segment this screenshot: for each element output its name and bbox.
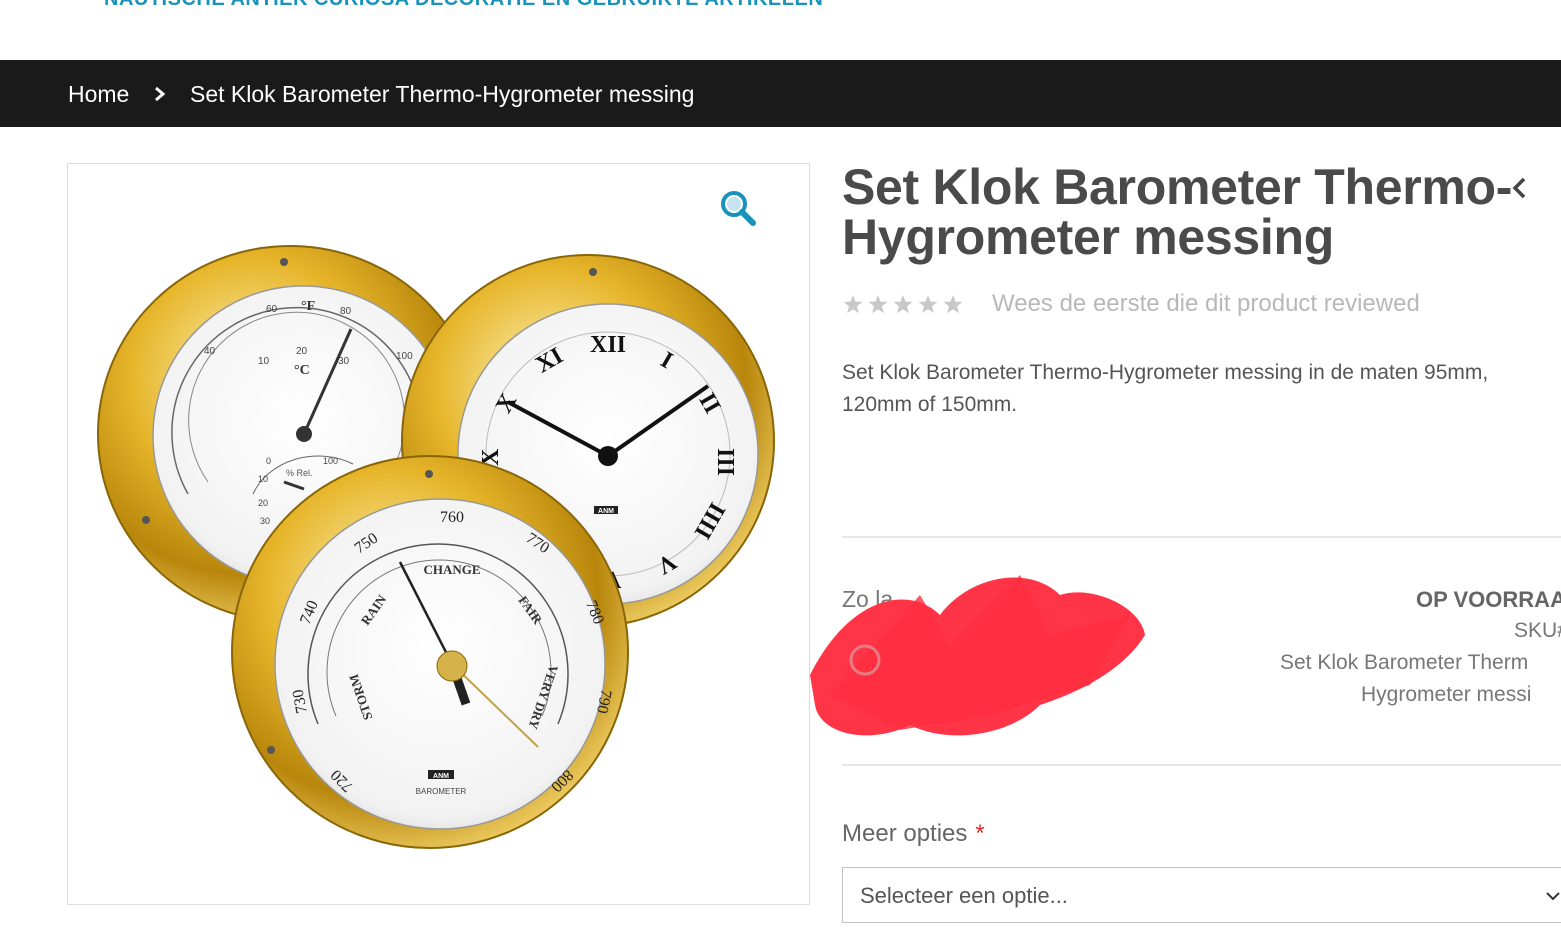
clock-brand: ANM [598, 508, 614, 515]
product-description: Set Klok Barometer Thermo-Hygrometer mes… [842, 361, 1489, 416]
chevron-right-icon [155, 86, 166, 102]
chevron-left-icon[interactable] [1508, 176, 1532, 200]
rh-tick: 30 [260, 516, 270, 526]
f-tick: 60 [266, 304, 278, 315]
product-gallery[interactable]: °F °C 40 60 80 100 10 20 30 % Rel. 0 10 … [67, 163, 810, 905]
star-icon [843, 295, 863, 314]
options-label-text: Meer opties [842, 820, 968, 847]
breadcrumb-home-link[interactable]: Home [68, 80, 129, 108]
f-tick: 40 [204, 346, 216, 357]
rh-tick: 0 [266, 456, 271, 466]
stock-status: OP VOORRAA [1416, 587, 1561, 612]
rh-tick: 20 [258, 498, 268, 508]
star-icon [868, 295, 888, 314]
review-link[interactable]: Wees de eerste die dit product reviewed [992, 290, 1420, 318]
sku-label: SKU# [1514, 619, 1561, 642]
sku-value-line2: Hygrometer messi [1361, 683, 1532, 706]
unit-f-label: °F [301, 299, 315, 314]
f-tick: 80 [340, 306, 352, 317]
c-tick: 10 [258, 356, 270, 367]
star-icon [918, 295, 938, 314]
rh-tick: 10 [258, 474, 268, 484]
divider [842, 536, 1561, 538]
barometer: 720730740750760770780790800 STORMRAINCHA… [231, 455, 629, 849]
divider [842, 764, 1561, 766]
redaction-scribble [810, 575, 1145, 736]
product-title: Set Klok Barometer Thermo-Hygrometer mes… [842, 159, 1513, 265]
magnifier-icon[interactable] [718, 188, 760, 230]
option-select[interactable]: Selecteer een optie... [842, 867, 1561, 923]
barometer-tick-label: 760 [440, 509, 464, 526]
product-image: °F °C 40 60 80 100 10 20 30 % Rel. 0 10 … [97, 245, 775, 849]
breadcrumb-current: Set Klok Barometer Thermo-Hygrometer mes… [190, 81, 695, 107]
star-icon [943, 295, 963, 314]
breadcrumb: Home Set Klok Barometer Thermo-Hygromete… [0, 60, 1561, 127]
barometer-brand: ANM [433, 773, 449, 780]
barometer-word: CHANGE [423, 562, 480, 577]
options-label: Meer opties * [842, 820, 985, 848]
c-tick: 20 [296, 346, 308, 357]
chevron-down-icon [1546, 892, 1560, 901]
barometer-caption: BAROMETER [416, 787, 467, 796]
clock-numeral: III [712, 448, 738, 476]
star-icon [893, 295, 913, 314]
site-tagline[interactable]: NAUTISCHE ANTIEK CURIOSA DECORATIE EN GE… [104, 0, 823, 11]
rating-stars [843, 295, 963, 314]
f-tick: 100 [396, 351, 413, 362]
option-select-value: Selecteer een optie... [860, 883, 1068, 908]
required-mark: * [975, 820, 985, 847]
clock-numeral: XII [590, 332, 626, 358]
unit-c-label: °C [294, 363, 310, 378]
rh-tick: 100 [323, 456, 338, 466]
humidity-label: % Rel. [286, 468, 313, 478]
sku-value-line1: Set Klok Barometer Therm [1280, 651, 1529, 674]
